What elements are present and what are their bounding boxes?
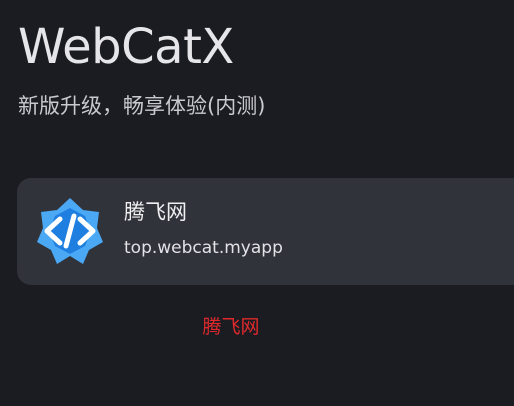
app-name: 腾飞网: [124, 200, 187, 224]
app-package-id: top.webcat.myapp: [124, 238, 283, 258]
app-title: WebCatX: [18, 19, 234, 75]
app-card[interactable]: 腾飞网 top.webcat.myapp: [17, 178, 514, 285]
code-brackets-icon: [33, 194, 107, 268]
footer-link[interactable]: 腾飞网: [0, 312, 462, 342]
app-subtitle: 新版升级，畅享体验(内测): [18, 94, 266, 118]
